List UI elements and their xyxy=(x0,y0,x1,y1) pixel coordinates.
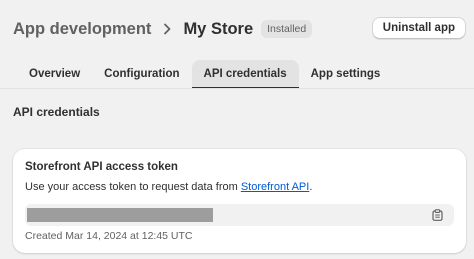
uninstall-app-button[interactable]: Uninstall app xyxy=(371,17,466,39)
breadcrumb-app-development[interactable]: App development xyxy=(13,20,151,39)
section-title: API credentials xyxy=(13,105,100,119)
page-title: My Store xyxy=(183,19,254,38)
page-header: App development My Store Installed Unins… xyxy=(13,16,466,42)
access-token-field[interactable] xyxy=(25,204,454,226)
tab-bar: Overview Configuration API credentials A… xyxy=(17,60,393,89)
tab-api-credentials[interactable]: API credentials xyxy=(191,60,299,89)
storefront-api-link[interactable]: Storefront API xyxy=(241,181,309,193)
card-description: Use your access token to request data fr… xyxy=(25,181,312,193)
clipboard-icon[interactable] xyxy=(430,208,444,222)
tab-configuration[interactable]: Configuration xyxy=(92,60,191,88)
chevron-right-icon xyxy=(161,23,173,35)
tab-overview[interactable]: Overview xyxy=(17,60,92,88)
description-text: Use your access token to request data fr… xyxy=(25,181,241,193)
tab-app-settings[interactable]: App settings xyxy=(299,60,393,88)
card-title: Storefront API access token xyxy=(25,161,178,173)
status-badge: Installed xyxy=(261,20,313,38)
tab-divider xyxy=(0,88,474,89)
created-timestamp: Created Mar 14, 2024 at 12:45 UTC xyxy=(25,230,193,242)
hidden-token-mask xyxy=(27,208,213,222)
app-page: App development My Store Installed Unins… xyxy=(0,0,474,259)
description-period: . xyxy=(309,181,313,193)
storefront-token-card: Storefront API access token Use your acc… xyxy=(13,149,466,253)
